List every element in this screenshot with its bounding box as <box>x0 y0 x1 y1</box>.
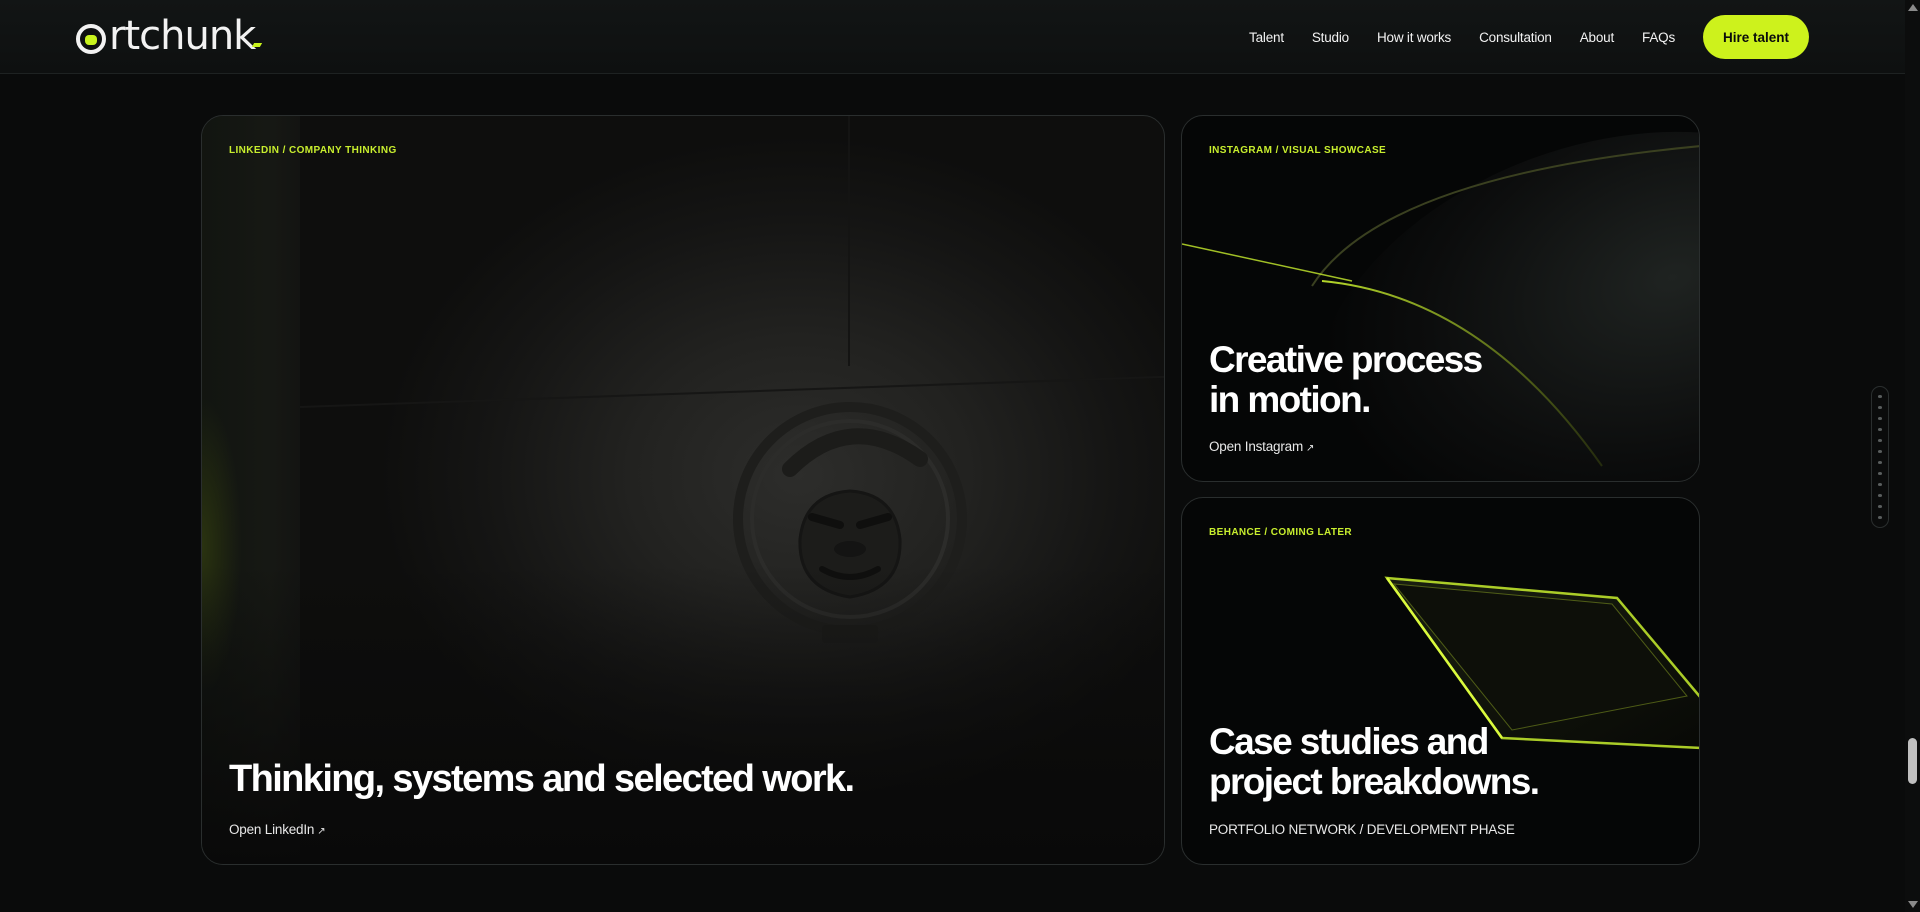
arrow-up-right-icon: ↗ <box>1306 443 1315 454</box>
scroll-dot[interactable] <box>1878 395 1882 398</box>
glass-panel-visual <box>1384 576 1699 750</box>
brand-logo[interactable]: rtchunk <box>76 13 263 59</box>
instagram-eyebrow: INSTAGRAM / VISUAL SHOWCASE <box>1209 145 1387 156</box>
scroll-up-arrow-icon[interactable] <box>1908 4 1918 11</box>
scroll-dot[interactable] <box>1878 428 1882 431</box>
open-linkedin-label: Open LinkedIn <box>229 822 315 837</box>
nav-link-about[interactable]: About <box>1580 30 1614 45</box>
brand-wordmark: rtchunk <box>109 13 256 59</box>
nav-link-talent[interactable]: Talent <box>1249 30 1284 45</box>
scroll-dot[interactable] <box>1878 472 1882 475</box>
instagram-title: Creative process in motion. <box>1209 339 1483 420</box>
nav-link-studio[interactable]: Studio <box>1312 30 1349 45</box>
instagram-card[interactable]: INSTAGRAM / VISUAL SHOWCASE Creative pro… <box>1181 115 1700 482</box>
open-instagram-link[interactable]: Open Instagram ↗ <box>1209 439 1314 454</box>
behance-title-line-1: Case studies and <box>1209 721 1489 762</box>
main-nav: Talent Studio How it works Consultation … <box>1221 0 1809 74</box>
logo-accent <box>252 43 263 47</box>
behance-status-note: PORTFOLIO NETWORK / DEVELOPMENT PHASE <box>1209 822 1515 837</box>
instagram-title-line-2: in motion. <box>1209 379 1371 420</box>
behance-eyebrow: BEHANCE / COMING LATER <box>1209 527 1353 538</box>
behance-title: Case studies and project breakdowns. <box>1209 721 1540 802</box>
scroll-dots-icon[interactable] <box>1871 386 1889 528</box>
top-navigation: rtchunk Talent Studio How it works Consu… <box>0 0 1905 74</box>
behance-title-line-2: project breakdowns. <box>1209 761 1540 802</box>
behance-card: BEHANCE / COMING LATER Case studies and p… <box>1181 497 1700 865</box>
scroll-dot[interactable] <box>1878 439 1882 442</box>
nav-link-faqs[interactable]: FAQs <box>1642 30 1675 45</box>
linkedin-title: Thinking, systems and selected work. <box>229 758 855 800</box>
instagram-title-line-1: Creative process <box>1209 339 1483 380</box>
scroll-dot[interactable] <box>1878 461 1882 464</box>
nav-link-consultation[interactable]: Consultation <box>1479 30 1552 45</box>
scroll-down-arrow-icon[interactable] <box>1908 901 1918 908</box>
scrollbar-thumb[interactable] <box>1908 738 1917 784</box>
linkedin-card[interactable]: LINKEDIN / COMPANY THINKING Thinking, sy… <box>201 115 1165 865</box>
hire-talent-button[interactable]: Hire talent <box>1703 15 1809 59</box>
arrow-up-right-icon: ↗ <box>317 826 326 837</box>
scroll-dot[interactable] <box>1878 417 1882 420</box>
scroll-dot[interactable] <box>1878 483 1882 486</box>
gorilla-logo-icon <box>76 24 106 54</box>
wall-seam-vertical <box>848 116 850 366</box>
bottom-fade <box>202 564 1164 864</box>
open-linkedin-link[interactable]: Open LinkedIn ↗ <box>229 822 326 837</box>
open-instagram-label: Open Instagram <box>1209 439 1304 454</box>
nav-link-how-it-works[interactable]: How it works <box>1377 30 1451 45</box>
glass-disc-visual <box>1182 131 1699 481</box>
scroll-dot[interactable] <box>1878 406 1882 409</box>
scroll-dot[interactable] <box>1878 505 1882 508</box>
scroll-dot[interactable] <box>1878 494 1882 497</box>
scroll-dot[interactable] <box>1878 516 1882 519</box>
scroll-dot[interactable] <box>1878 450 1882 453</box>
linkedin-eyebrow: LINKEDIN / COMPANY THINKING <box>229 145 397 156</box>
page-scrollbar[interactable] <box>1905 0 1920 912</box>
